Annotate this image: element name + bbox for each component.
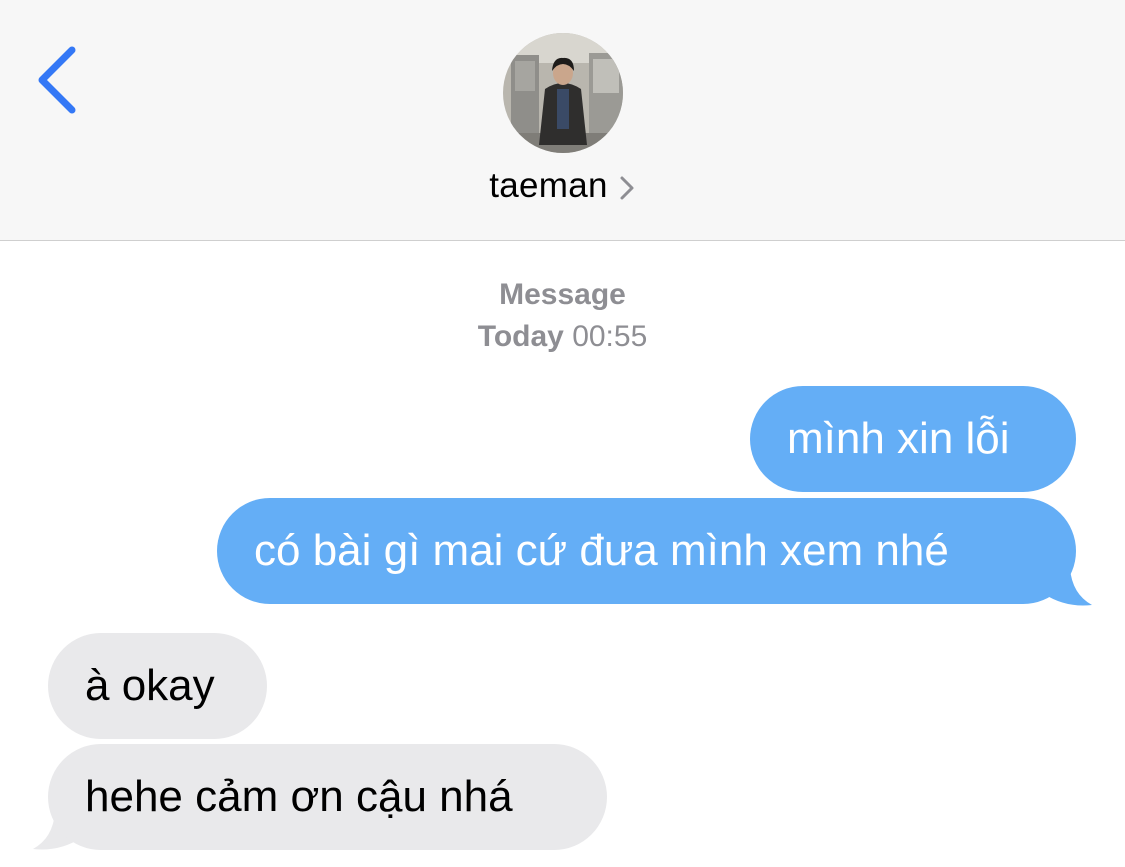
avatar-photo — [503, 33, 623, 153]
message-timestamp: Today 00:55 — [0, 320, 1125, 354]
timestamp-day: Today — [477, 320, 564, 353]
contact-name: taeman — [489, 166, 608, 205]
message-bubble-sent[interactable]: mình xin lỗi — [750, 386, 1076, 492]
conversation-header: taeman — [0, 0, 1125, 241]
contact-avatar[interactable] — [503, 33, 623, 153]
message-text: có bài gì mai cứ đưa mình xem nhé — [254, 526, 949, 575]
message-bubble-sent[interactable]: có bài gì mai cứ đưa mình xem nhé — [217, 498, 1076, 604]
message-text: hehe cảm ơn cậu nhá — [85, 772, 513, 821]
message-bubble-received[interactable]: hehe cảm ơn cậu nhá — [48, 744, 607, 850]
chevron-left-icon — [38, 46, 76, 114]
back-button[interactable] — [28, 40, 88, 120]
contact-details-link[interactable]: taeman — [0, 160, 1125, 212]
service-label: Message — [499, 278, 626, 311]
chevron-right-icon — [620, 176, 634, 200]
message-text: à okay — [85, 661, 215, 710]
message-text: mình xin lỗi — [787, 414, 1010, 463]
timestamp-time: 00:55 — [572, 320, 648, 353]
message-bubble-received[interactable]: à okay — [48, 633, 267, 739]
